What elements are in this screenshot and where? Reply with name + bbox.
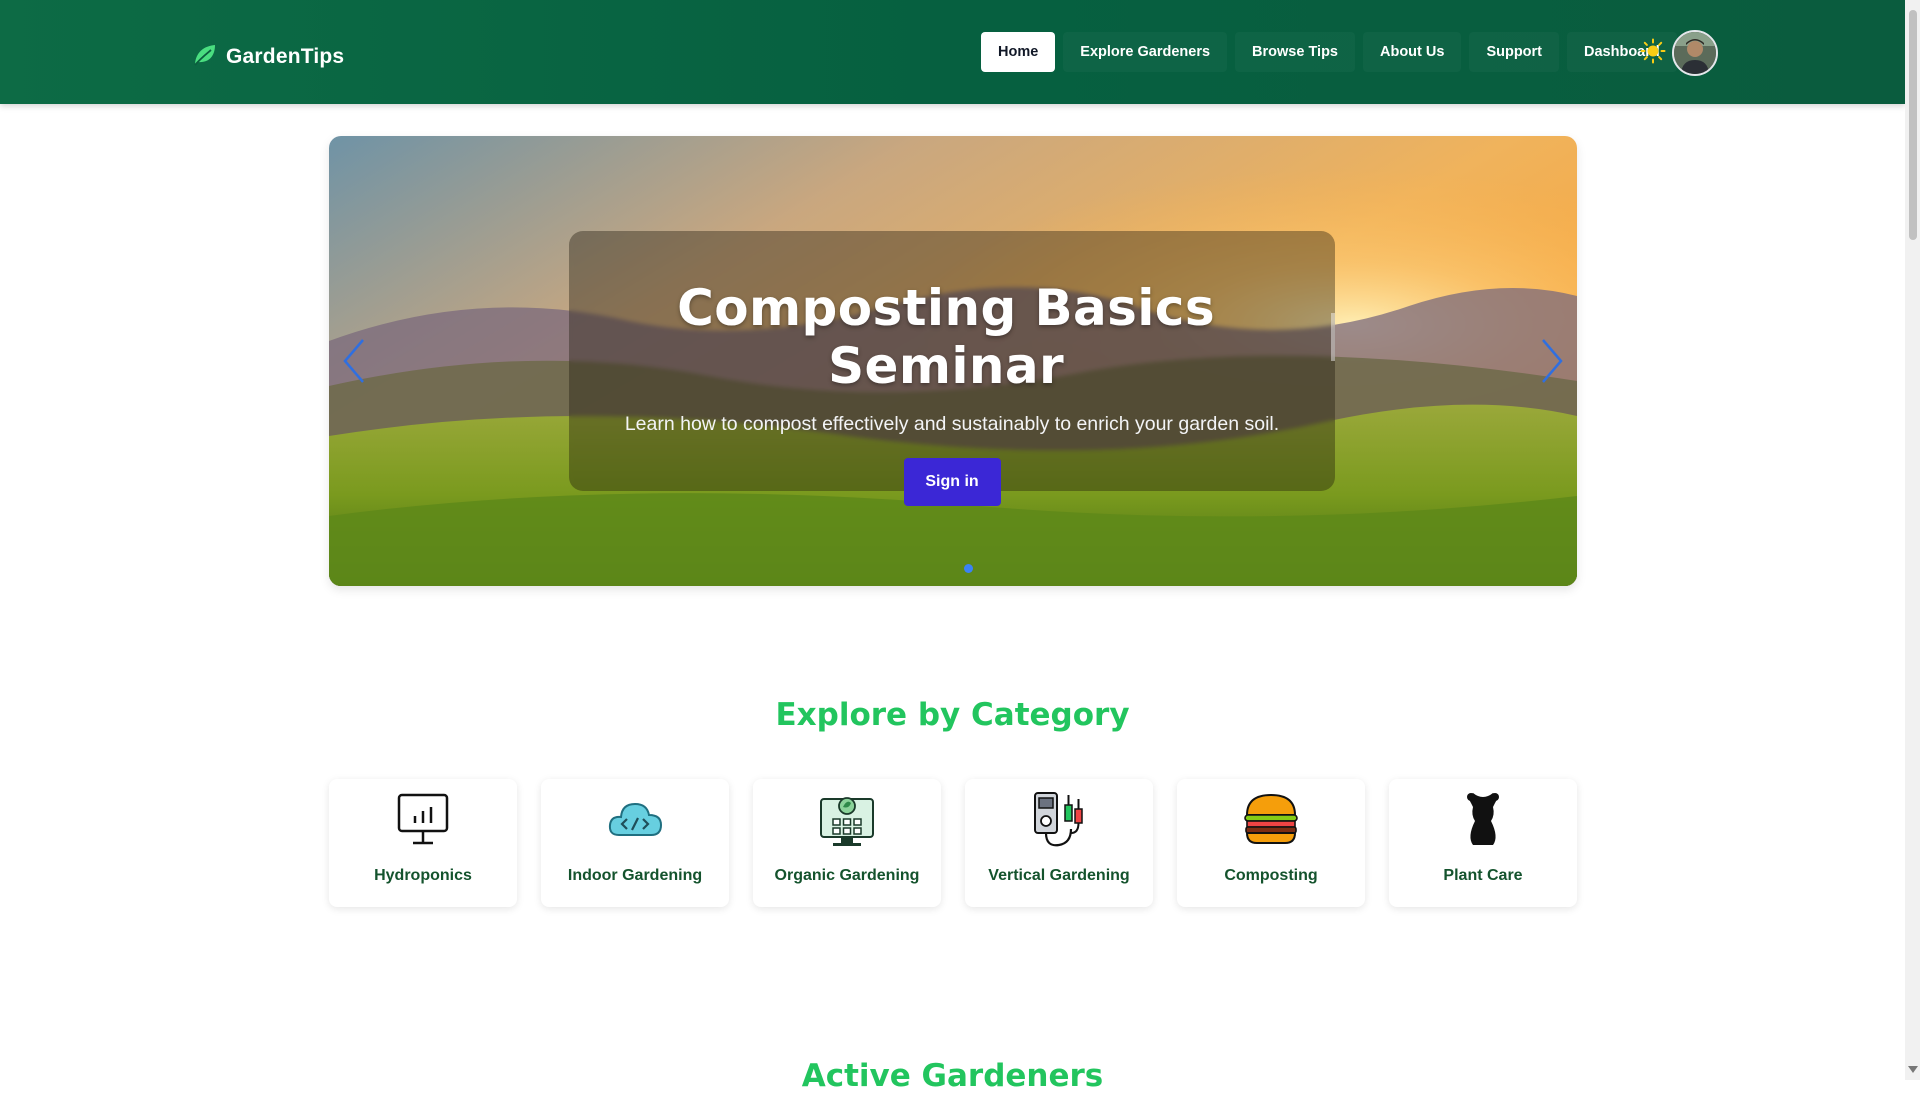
category-label: Organic Gardening: [774, 867, 920, 884]
chevron-right-icon[interactable]: [1537, 336, 1567, 386]
brand-logo[interactable]: GardenTips: [192, 42, 344, 72]
nav-about-us[interactable]: About Us: [1363, 32, 1461, 72]
category-card-organic-gardening[interactable]: Organic Gardening: [753, 779, 941, 907]
nav-home[interactable]: Home: [981, 32, 1056, 72]
presentation-chart-icon: [397, 793, 449, 845]
computer-plant-icon: [820, 797, 874, 846]
nav-support[interactable]: Support: [1469, 32, 1559, 72]
category-label: Plant Care: [1443, 867, 1523, 884]
hero-carousel: Composting Basics Seminar Learn how to c…: [329, 136, 1577, 586]
hero-title-wrap: Composting Basics Seminar: [569, 279, 1335, 395]
active-gardeners-title: Active Gardeners: [801, 1058, 1104, 1094]
category-label: Hydroponics: [374, 867, 472, 884]
sign-in-button[interactable]: Sign in: [903, 458, 1001, 506]
page-scrollbar[interactable]: [1905, 0, 1920, 1080]
dress-form-icon: [1467, 793, 1499, 845]
carousel-dot[interactable]: [964, 564, 973, 573]
scroll-down-arrow-icon[interactable]: [1908, 1066, 1918, 1073]
nav-explore-gardeners[interactable]: Explore Gardeners: [1063, 32, 1227, 72]
burger-icon: [1244, 793, 1298, 844]
cloud-code-icon: [608, 802, 663, 836]
category-list: Hydroponics Indoor Gardening Organic Gar…: [329, 779, 1577, 907]
brand-name: GardenTips: [226, 45, 345, 68]
sun-icon[interactable]: [1640, 38, 1666, 64]
category-card-vertical-gardening[interactable]: Vertical Gardening: [965, 779, 1153, 907]
navbar: GardenTips Home Explore Gardeners Browse…: [0, 0, 1905, 104]
category-label: Composting: [1224, 867, 1318, 884]
hero-subtitle: Learn how to compost effectively and sus…: [624, 413, 1280, 435]
hero-content-card: Composting Basics Seminar Learn how to c…: [569, 231, 1335, 506]
nav-browse-tips[interactable]: Browse Tips: [1235, 32, 1355, 72]
leaf-icon: [192, 42, 218, 73]
chevron-left-icon[interactable]: [339, 336, 369, 386]
hero-title: Composting Basics Seminar: [677, 279, 1216, 395]
category-card-composting[interactable]: Composting: [1177, 779, 1365, 907]
typing-caret: [1331, 313, 1335, 361]
category-card-plant-care[interactable]: Plant Care: [1389, 779, 1577, 907]
device-cables-icon: [1034, 792, 1083, 847]
nav-links: Home Explore Gardeners Browse Tips About…: [981, 32, 1677, 72]
category-card-hydroponics[interactable]: Hydroponics: [329, 779, 517, 907]
user-avatar[interactable]: [1672, 30, 1718, 76]
categories-title: Explore by Category: [775, 697, 1130, 733]
category-label: Vertical Gardening: [988, 867, 1130, 884]
category-card-indoor-gardening[interactable]: Indoor Gardening: [541, 779, 729, 907]
category-label: Indoor Gardening: [567, 867, 703, 884]
scrollbar-thumb[interactable]: [1909, 10, 1917, 240]
